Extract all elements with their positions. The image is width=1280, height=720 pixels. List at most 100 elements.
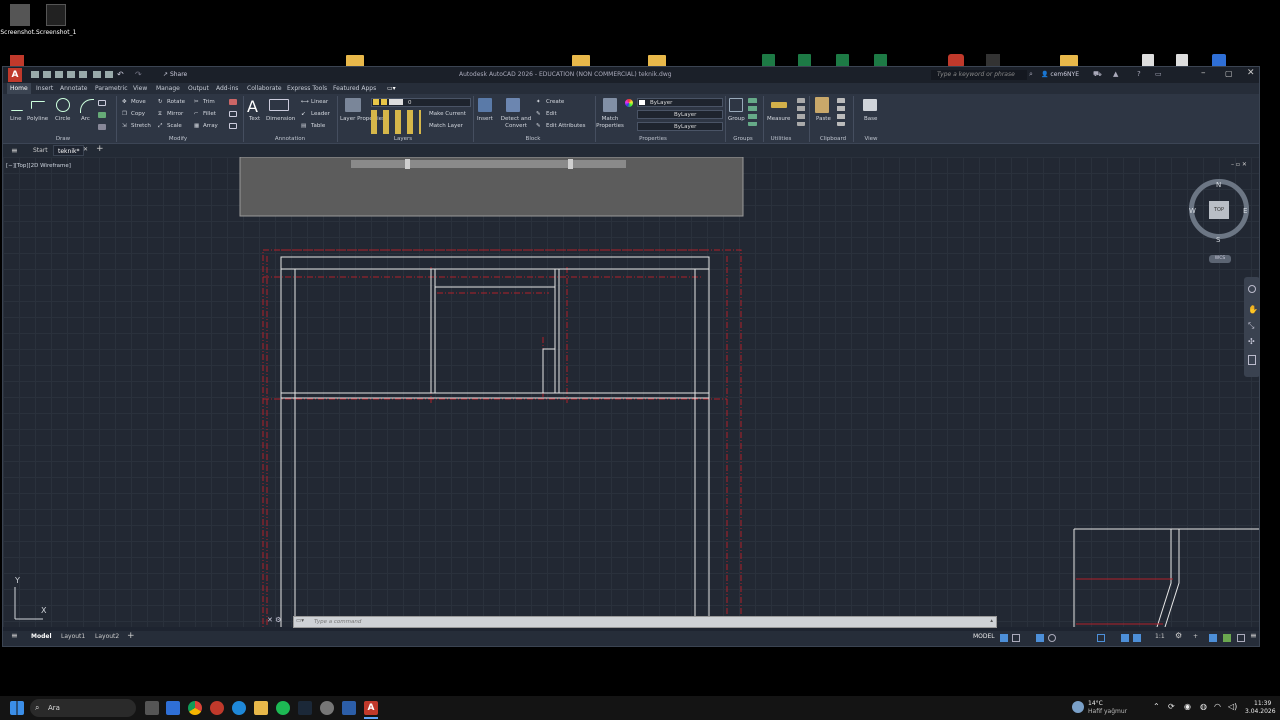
- weather-desc[interactable]: Hafif yağmur: [1088, 708, 1127, 715]
- weather-icon[interactable]: [1072, 701, 1084, 713]
- desktop-icon-screenshot[interactable]: Screenshot...: [0, 4, 40, 36]
- copy-tool[interactable]: Copy: [131, 111, 145, 117]
- steam-tray-icon[interactable]: ◍: [1200, 702, 1207, 711]
- wcs-menu[interactable]: WCS: [1209, 255, 1231, 263]
- steam-icon[interactable]: [298, 701, 312, 715]
- compass-north[interactable]: N: [1216, 181, 1221, 189]
- scale-tool[interactable]: Scale: [167, 123, 182, 129]
- command-dropdown-icon[interactable]: ▴: [990, 618, 993, 624]
- move-tool[interactable]: Move: [131, 99, 146, 105]
- compass-west[interactable]: W: [1189, 207, 1196, 215]
- app-icon[interactable]: [342, 701, 356, 715]
- file-tab-start[interactable]: Start: [29, 145, 52, 156]
- clock-date[interactable]: 3.04.2026: [1245, 708, 1276, 715]
- help-icon[interactable]: ?: [1137, 70, 1141, 78]
- color-dropdown[interactable]: ByLayer: [637, 98, 723, 107]
- tab-model[interactable]: Model: [31, 633, 52, 640]
- command-input[interactable]: Type a command: [314, 619, 361, 625]
- polyline-icon[interactable]: [31, 101, 45, 109]
- annotation-scale-icon[interactable]: [1121, 634, 1129, 642]
- rotate-tool[interactable]: Rotate: [167, 99, 185, 105]
- panel-title-draw[interactable]: Draw: [43, 136, 83, 142]
- redo-icon[interactable]: ↷: [135, 70, 142, 79]
- keyword-search-input[interactable]: Type a keyword or phrase: [931, 70, 1027, 80]
- opera-icon[interactable]: [210, 701, 224, 715]
- panel-title-modify[interactable]: Modify: [158, 136, 198, 142]
- tab-manage[interactable]: Manage: [156, 85, 180, 92]
- polyline-tool[interactable]: Polyline: [27, 116, 48, 122]
- text-icon[interactable]: A: [247, 97, 258, 116]
- edit-attributes-button[interactable]: Edit Attributes: [546, 123, 586, 129]
- close-button[interactable]: ✕: [1247, 68, 1255, 78]
- autocad-taskbar-icon[interactable]: A: [364, 701, 378, 715]
- spotify-icon[interactable]: [276, 701, 290, 715]
- chrome-icon[interactable]: [188, 701, 202, 715]
- measure-icon[interactable]: [771, 102, 787, 108]
- layout-menu-icon[interactable]: ≡: [11, 631, 18, 640]
- tab-annotate[interactable]: Annotate: [60, 85, 87, 92]
- panel-title-properties[interactable]: Properties: [633, 136, 673, 142]
- erase-icon[interactable]: [229, 99, 237, 105]
- table-tool[interactable]: Table: [311, 123, 325, 129]
- volume-icon[interactable]: ◁): [1228, 702, 1237, 711]
- minimize-button[interactable]: –: [1201, 68, 1206, 78]
- web-icon[interactable]: [79, 71, 87, 78]
- layer-tools-icons[interactable]: [371, 110, 421, 134]
- edge-icon[interactable]: [232, 701, 246, 715]
- utility-tools-icons[interactable]: [797, 98, 805, 126]
- plot-icon[interactable]: [105, 71, 113, 78]
- zoom-icon[interactable]: ⤡: [1248, 321, 1254, 331]
- undo-icon[interactable]: ↶: [117, 70, 124, 79]
- tab-layout1[interactable]: Layout1: [61, 633, 85, 640]
- base-view-icon[interactable]: [863, 99, 877, 111]
- panel-title-annotation[interactable]: Annotation: [265, 136, 315, 142]
- gradient-icon[interactable]: [98, 124, 106, 130]
- file-tab-teknik[interactable]: teknik*: [53, 145, 85, 156]
- tab-view[interactable]: View: [133, 85, 147, 92]
- panel-title-clipboard[interactable]: Clipboard: [813, 136, 853, 142]
- circle-icon[interactable]: [56, 98, 70, 112]
- clock-time[interactable]: 11:39: [1254, 700, 1271, 707]
- user-account[interactable]: 👤 cem6NYE: [1041, 71, 1079, 78]
- explode-icon[interactable]: [229, 111, 237, 117]
- edit-block-button[interactable]: Edit: [546, 111, 557, 117]
- line-icon[interactable]: [11, 99, 23, 111]
- drawing-area[interactable]: [−][Top][2D Wireframe] – ▫ ✕ Y X TOP N S…: [3, 157, 1259, 627]
- trim-tool[interactable]: Trim: [203, 99, 215, 105]
- group-button[interactable]: Group: [728, 116, 745, 122]
- text-tool[interactable]: Text: [249, 116, 260, 122]
- insert-button[interactable]: Insert: [477, 116, 493, 122]
- tab-insert[interactable]: Insert: [36, 85, 53, 92]
- compass-east[interactable]: E: [1243, 207, 1247, 215]
- add-layout-icon[interactable]: +: [127, 631, 135, 641]
- make-current-button[interactable]: Make Current: [429, 111, 466, 117]
- ribbon-options-icon[interactable]: ▭▾: [387, 85, 396, 92]
- line-tool[interactable]: Line: [10, 116, 21, 122]
- detect-convert-button[interactable]: Detect and Convert: [499, 116, 533, 130]
- annotation-visibility-icon[interactable]: [1133, 634, 1141, 642]
- dimension-icon[interactable]: [269, 99, 289, 111]
- mirror-tool[interactable]: Mirror: [167, 111, 183, 117]
- tray-expand-icon[interactable]: ⌃: [1153, 702, 1160, 711]
- snap-toggle-icon[interactable]: [1012, 634, 1020, 642]
- triangle-icon[interactable]: ▲: [1113, 70, 1118, 78]
- insert-block-icon[interactable]: [478, 98, 492, 112]
- circle-tool[interactable]: Circle: [55, 116, 70, 122]
- steering-wheel-icon[interactable]: [1248, 285, 1256, 293]
- scale-value[interactable]: 1:1: [1155, 633, 1165, 640]
- tab-output[interactable]: Output: [188, 85, 209, 92]
- osnap-toggle-icon[interactable]: [1097, 634, 1105, 642]
- linetype-dropdown[interactable]: ByLayer: [637, 110, 723, 119]
- menu-icon[interactable]: ≡: [7, 145, 22, 156]
- panel-title-layers[interactable]: Layers: [383, 136, 423, 142]
- weather-temp[interactable]: 14°C: [1088, 700, 1103, 707]
- detect-convert-icon[interactable]: [506, 98, 520, 112]
- isolate-icon[interactable]: [1209, 634, 1217, 642]
- open-file-icon[interactable]: [43, 71, 51, 78]
- app-icon[interactable]: [320, 701, 334, 715]
- match-properties-button[interactable]: Match Properties: [595, 116, 625, 130]
- desktop-icon-screenshot-1[interactable]: Screenshot_1: [36, 4, 76, 36]
- close-tab-icon[interactable]: ✕: [83, 146, 88, 153]
- tab-home[interactable]: Home: [7, 83, 31, 94]
- new-file-icon[interactable]: [31, 71, 39, 78]
